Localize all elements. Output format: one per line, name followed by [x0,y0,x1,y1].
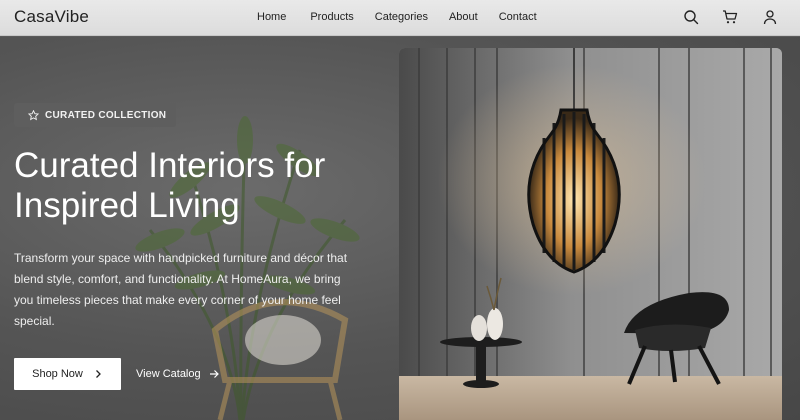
brand-logo[interactable]: CasaVibe [14,7,89,27]
headline-line-1: Curated Interiors for [14,146,326,185]
hero-description: Transform your space with handpicked fur… [14,251,348,328]
chevron-right-icon [95,370,101,378]
shop-now-label: Shop Now [32,368,83,380]
arrow-right-icon [209,370,219,378]
hero-headline: Curated Interiors for Inspired Living [14,146,384,226]
hero-product-image [399,48,782,420]
view-catalog-button[interactable]: View Catalog [136,358,219,390]
nav-contact[interactable]: Contact [499,11,537,23]
collection-badge: CURATED COLLECTION [14,103,176,127]
view-catalog-label: View Catalog [136,368,201,380]
nav-home[interactable]: Home [257,11,286,23]
nav-about[interactable]: About [449,11,478,23]
nav-products[interactable]: Products [310,11,353,23]
user-icon[interactable] [762,9,778,25]
main-nav: Home Products Categories About Contact [257,11,537,23]
shop-now-button[interactable]: Shop Now [14,358,121,390]
site-header: CasaVibe Home Products Categories About … [0,0,800,36]
headline-line-2: Inspired Living [14,186,240,225]
badge-label: CURATED COLLECTION [45,109,167,121]
cart-icon[interactable] [722,9,738,25]
star-icon [28,109,39,120]
search-icon[interactable] [683,9,699,25]
nav-categories[interactable]: Categories [375,11,428,23]
